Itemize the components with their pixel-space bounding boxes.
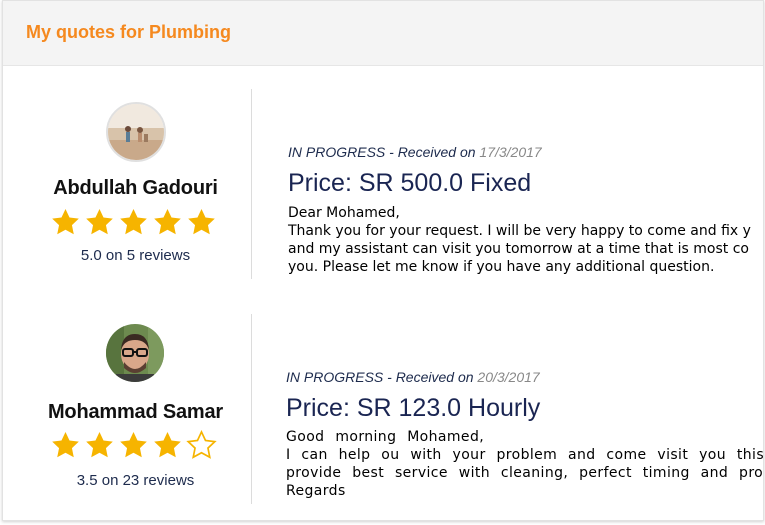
star-filled-icon xyxy=(52,208,79,235)
panel-header: My quotes for Plumbing xyxy=(3,1,763,66)
avatar-image xyxy=(108,104,164,160)
star-rating xyxy=(50,207,220,239)
page-title: My quotes for Plumbing xyxy=(26,22,231,42)
star-filled-icon xyxy=(52,431,79,458)
divider xyxy=(251,89,252,279)
message-line: I can help ou with your problem and come… xyxy=(286,447,764,463)
message-line: Thank you for your request. I will be ve… xyxy=(288,223,751,239)
received-date: 17/3/2017 xyxy=(479,144,542,160)
provider-name[interactable]: Abdullah Gadouri xyxy=(3,177,268,200)
quote-status: IN PROGRESS - Received on 20/3/2017 xyxy=(286,369,540,385)
status-label: IN PROGRESS xyxy=(286,369,384,385)
received-date: 20/3/2017 xyxy=(477,369,540,385)
quote-card[interactable]: Abdullah Gadouri 5.0 on 5 reviews IN PRO… xyxy=(3,89,763,279)
status-label: IN PROGRESS xyxy=(288,144,386,160)
quote-status: IN PROGRESS - Received on 17/3/2017 xyxy=(288,144,542,160)
message-line: Dear Mohamed, xyxy=(288,205,400,221)
star-empty-icon xyxy=(186,430,217,459)
star-filled-icon xyxy=(154,431,181,458)
avatar-image xyxy=(106,324,164,382)
received-label: - Received on xyxy=(385,144,480,160)
received-label: - Received on xyxy=(383,369,478,385)
divider xyxy=(251,314,252,504)
rating-summary: 5.0 on 5 reviews xyxy=(80,247,191,264)
star-filled-icon xyxy=(154,208,181,235)
star-filled-icon xyxy=(120,208,147,235)
message-line: Regards xyxy=(286,483,346,499)
star-filled-icon xyxy=(86,431,113,458)
quote-message: Dear Mohamed, Thank you for your request.… xyxy=(288,204,763,276)
provider-name[interactable]: Mohammad Samar xyxy=(3,401,268,424)
message-line: Good morning Mohamed, xyxy=(286,429,485,445)
quote-price: Price: SR 123.0 Hourly xyxy=(286,394,541,422)
message-line: provide best service with cleaning, perf… xyxy=(286,465,764,481)
star-rating xyxy=(50,430,220,462)
quote-card[interactable]: Mohammad Samar 3.5 on 23 reviews IN PROG… xyxy=(3,314,763,504)
message-line: you. Please let me know if you have any … xyxy=(288,259,715,275)
quotes-panel: My quotes for Plumbing Abdullah Gadouri xyxy=(2,0,764,521)
avatar[interactable] xyxy=(106,324,164,382)
message-line: and my assistant can visit you tomorrow … xyxy=(288,241,749,257)
star-filled-icon xyxy=(120,431,147,458)
rating-summary: 3.5 on 23 reviews xyxy=(76,472,195,489)
quote-message: Good morning Mohamed, I can help ou with … xyxy=(286,428,764,500)
quote-price: Price: SR 500.0 Fixed xyxy=(288,169,532,197)
provider-info: Abdullah Gadouri 5.0 on 5 reviews xyxy=(3,89,251,279)
provider-info: Mohammad Samar 3.5 on 23 reviews xyxy=(3,314,251,504)
avatar[interactable] xyxy=(106,102,166,162)
star-filled-icon xyxy=(86,208,113,235)
star-filled-icon xyxy=(188,208,215,235)
